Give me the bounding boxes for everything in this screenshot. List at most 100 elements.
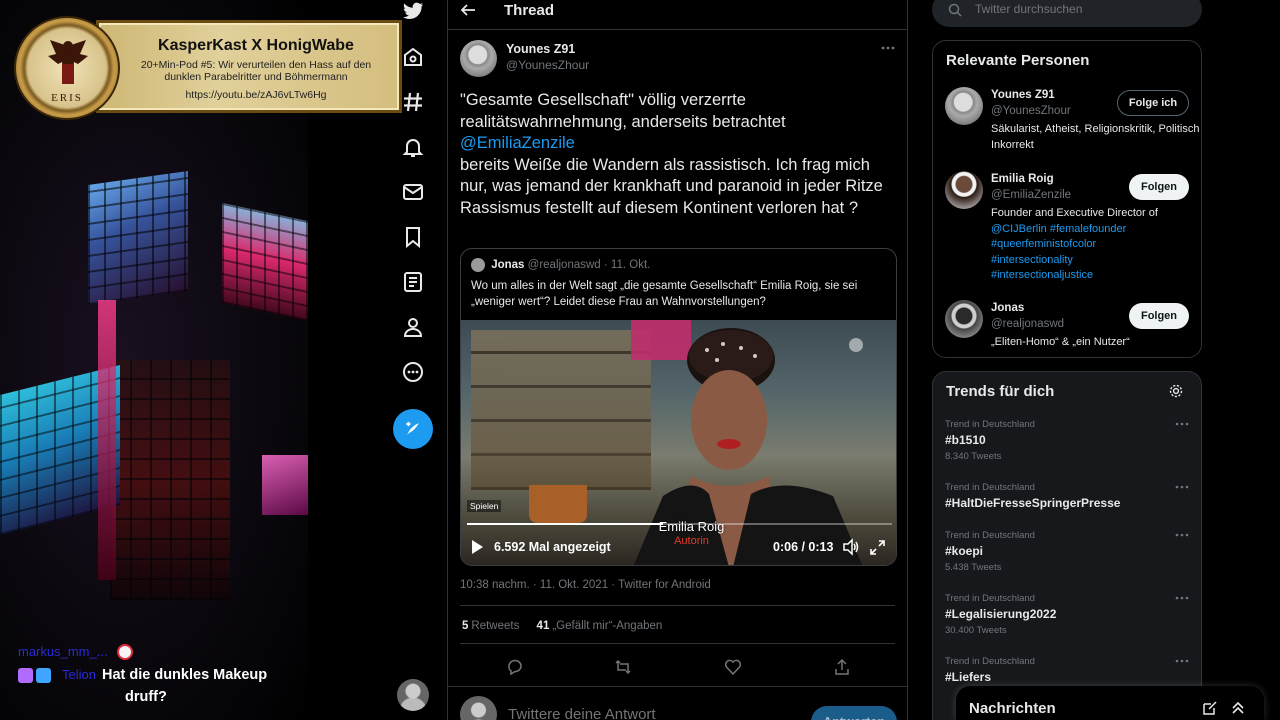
play-icon[interactable]	[469, 539, 485, 555]
trend-item[interactable]: Trend in Deutschland #koepi 5.438 Tweets	[945, 530, 1191, 573]
follow-button[interactable]: Folgen	[1129, 303, 1189, 329]
trend-context: Trend in Deutschland	[945, 419, 1035, 430]
author-name[interactable]: Younes Z91	[506, 42, 575, 56]
bio-text: Founder and Executive Director of	[991, 207, 1158, 219]
hashtag-icon[interactable]	[401, 90, 425, 114]
search-input[interactable]	[975, 2, 1185, 16]
following-button[interactable]: Folge ich	[1117, 90, 1189, 116]
relevant-people-card: Relevante Personen Younes Z91 @YounesZho…	[932, 40, 1202, 358]
quote-author-name: Jonas	[491, 259, 525, 272]
back-arrow-icon[interactable]	[460, 2, 476, 18]
play-tooltip: Spielen	[467, 500, 502, 512]
reply-avatar	[460, 696, 497, 720]
video-background-shelf	[471, 330, 651, 490]
retweets-stat[interactable]: 5 Retweets	[462, 620, 519, 632]
person-bio: Founder and Executive Director of @CIJBe…	[991, 206, 1201, 284]
more-options-icon[interactable]	[1175, 532, 1189, 538]
chat-username: markus_mm_...	[18, 644, 108, 659]
search-box[interactable]	[932, 0, 1202, 27]
retweet-icon[interactable]	[614, 658, 632, 676]
camera-icon	[849, 338, 863, 352]
banner-box: KasperKast X HonigWabe 20+Min-Pod #5: Wi…	[96, 20, 402, 113]
bio-link[interactable]: #intersectionality	[991, 253, 1201, 269]
bio-link[interactable]: #intersectionaljustice	[991, 268, 1201, 284]
messages-drawer[interactable]: Nachrichten	[956, 686, 1264, 720]
trend-item[interactable]: Trend in Deutschland #Liefers	[945, 656, 1191, 684]
tweet-text: "Gesamte Gesellschaft" völlig verzerrte …	[460, 90, 890, 219]
account-avatar[interactable]	[397, 679, 429, 711]
person-name[interactable]: Younes Z91	[991, 89, 1055, 101]
compose-tweet-button[interactable]	[393, 409, 433, 449]
trend-count: 8.340 Tweets	[945, 451, 1002, 462]
avatar[interactable]	[945, 300, 983, 338]
divider	[460, 643, 895, 644]
trend-context: Trend in Deutschland	[945, 482, 1035, 493]
bookmark-icon[interactable]	[401, 225, 425, 249]
profile-icon[interactable]	[401, 315, 425, 339]
banner-url: https://youtu.be/zAJ6vLTw6Hg	[185, 89, 327, 101]
quote-text: Wo um alles in der Welt sagt „die gesamt…	[471, 280, 858, 308]
video-progress-bar[interactable]	[467, 523, 892, 525]
person-handle: @YounesZhour	[991, 105, 1071, 117]
person-name[interactable]: Jonas	[991, 302, 1024, 314]
author-avatar[interactable]	[460, 40, 497, 77]
follow-button[interactable]: Folgen	[1129, 174, 1189, 200]
trends-card: Trends für dich Trend in Deutschland #b1…	[932, 371, 1202, 720]
trend-item[interactable]: Trend in Deutschland #Legalisierung2022 …	[945, 593, 1191, 636]
reply-button[interactable]: Antworten	[811, 706, 897, 720]
voxel-pillar	[98, 300, 116, 580]
more-options-icon[interactable]	[1175, 421, 1189, 427]
voxel-cubes-dark	[110, 360, 230, 600]
reply-input[interactable]	[508, 706, 788, 720]
banner-subtitle-line1: 20+Min-Pod #5: Wir verurteilen den Hass …	[140, 59, 372, 71]
bell-icon[interactable]	[401, 135, 425, 159]
more-options-icon[interactable]	[1175, 595, 1189, 601]
like-heart-icon[interactable]	[724, 658, 742, 676]
gear-icon[interactable]	[1168, 383, 1184, 399]
mention-link[interactable]: @EmiliaZenzile	[460, 133, 890, 155]
fullscreen-icon[interactable]	[869, 539, 886, 556]
more-circle-icon[interactable]	[401, 360, 425, 384]
avatar[interactable]	[945, 87, 983, 125]
retweets-count: 5	[462, 620, 469, 632]
messages-title: Nachrichten	[969, 700, 1056, 717]
lists-icon[interactable]	[401, 270, 425, 294]
likes-stat[interactable]: 41 „Gefällt mir“-Angaben	[537, 620, 663, 632]
person-handle: @EmiliaZenzile	[991, 189, 1072, 201]
more-options-icon[interactable]	[1175, 484, 1189, 490]
feather-plus-icon	[406, 421, 419, 435]
volume-icon[interactable]	[842, 538, 860, 556]
video-player[interactable]: Emilia Roig Autorin Spielen 6.592 Mal an…	[461, 320, 896, 565]
trend-name: #b1510	[945, 433, 986, 447]
chevron-double-up-icon[interactable]	[1230, 700, 1246, 716]
video-caption-name: Emilia Roig	[658, 519, 725, 534]
person-bio: „Eliten-Homo“ & „ein Nutzer“	[991, 336, 1130, 348]
bio-link[interactable]: #queerfeministofcolor	[991, 237, 1201, 253]
home-icon[interactable]	[401, 45, 425, 69]
right-sidebar: Relevante Personen Younes Z91 @YounesZho…	[932, 0, 1202, 720]
envelope-icon[interactable]	[401, 180, 425, 204]
share-icon[interactable]	[833, 658, 851, 676]
chat-line: Telion Hat die dunkles Makeup druff?	[18, 663, 308, 708]
avatar[interactable]	[945, 171, 983, 209]
reply-icon[interactable]	[506, 658, 524, 676]
trend-item[interactable]: Trend in Deutschland #HaltDieFresseSprin…	[945, 482, 1191, 510]
quoted-tweet[interactable]: Jonas @realjonaswd · 11. Okt. Wo um alle…	[460, 248, 897, 566]
retweets-label: Retweets	[471, 620, 520, 632]
bio-link[interactable]: @CIJBerlin #femalefounder	[991, 222, 1201, 238]
tweet-timestamp[interactable]: 10:38 nachm. · 11. Okt. 2021 · Twitter f…	[460, 579, 711, 591]
stream-chat: markus_mm_... Telion Hat die dunkles Make…	[18, 640, 308, 708]
twitter-logo-icon[interactable]	[401, 0, 425, 24]
trend-item[interactable]: Trend in Deutschland #b1510 8.340 Tweets	[945, 419, 1191, 462]
emoji-icon	[117, 644, 134, 661]
banner-subtitle: 20+Min-Pod #5: Wir verurteilen den Hass …	[123, 59, 389, 83]
more-options-icon[interactable]	[880, 44, 896, 52]
more-options-icon[interactable]	[1175, 658, 1189, 664]
banner-subtitle-line2: dunklen Parabelritter und Böhmermann	[164, 71, 348, 83]
person-name[interactable]: Emilia Roig	[991, 173, 1054, 185]
video-view-count: 6.592 Mal angezeigt	[494, 540, 611, 554]
author-handle[interactable]: @YounesZhour	[506, 58, 589, 72]
crown-badge-icon	[36, 667, 51, 683]
video-background-pot	[529, 485, 587, 523]
new-message-icon[interactable]	[1202, 700, 1218, 716]
